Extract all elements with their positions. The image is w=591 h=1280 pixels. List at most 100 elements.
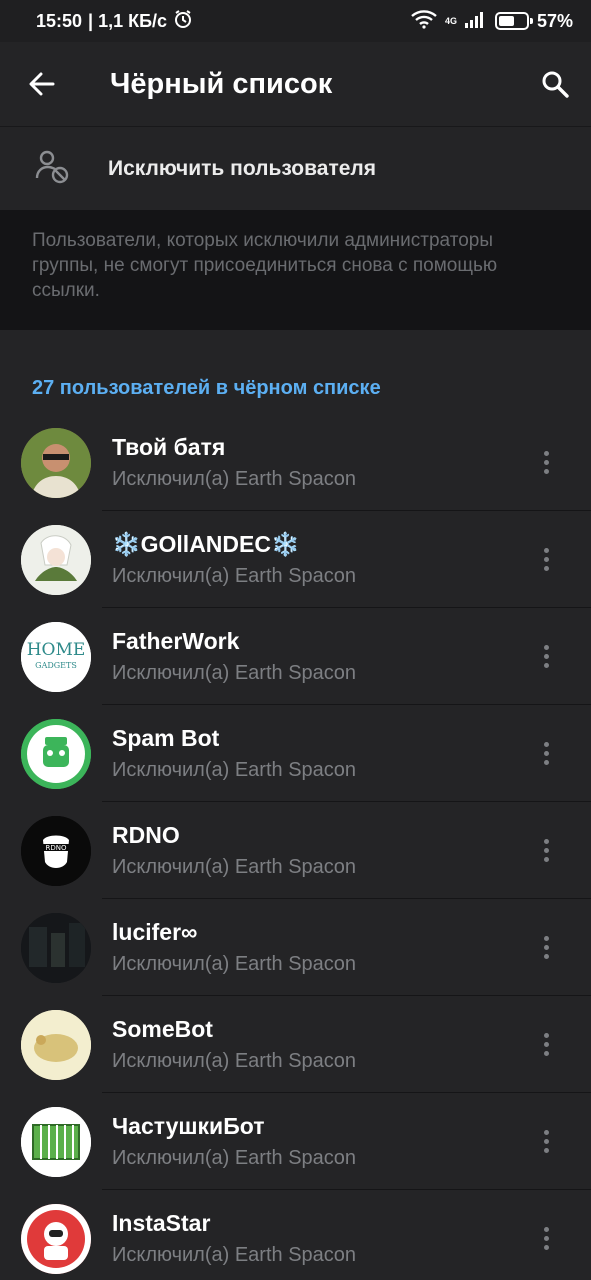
- more-options-icon[interactable]: [531, 1122, 561, 1162]
- info-block: Пользователи, которых исключили админист…: [0, 210, 591, 330]
- blacklist-section: 27 пользователей в чёрном списке Твой ба…: [0, 330, 591, 1280]
- user-name: ❄️GOllANDEC❄️: [112, 530, 300, 557]
- more-options-icon[interactable]: [531, 540, 561, 580]
- list-item[interactable]: InstaStar Исключил(а) Earth Spacon: [0, 1190, 591, 1280]
- menu-dot: [543, 839, 549, 844]
- more-options-icon[interactable]: [531, 831, 561, 871]
- more-options-icon[interactable]: [531, 928, 561, 968]
- user-name: lucifer∞: [112, 918, 198, 945]
- menu-dot: [543, 848, 549, 853]
- user-name: Твой батя: [112, 433, 226, 460]
- more-options-icon[interactable]: [531, 1025, 561, 1065]
- menu-dot: [543, 1236, 549, 1241]
- status-speed: | 1,1 КБ/с: [88, 10, 168, 31]
- menu-dot: [543, 451, 549, 456]
- avatar[interactable]: [21, 718, 91, 789]
- list-item[interactable]: RDNO RDNO Исключил(а) Earth Spacon: [0, 802, 591, 899]
- status-time: 15:50: [36, 10, 83, 31]
- status-right: 4G 57%: [411, 9, 573, 34]
- status-bar: 15:50 | 1,1 КБ/с 4G 57%: [0, 0, 591, 42]
- back-arrow-icon[interactable]: [26, 68, 58, 100]
- list-item[interactable]: Spam Bot Исключил(а) Earth Spacon: [0, 705, 591, 802]
- menu-dot: [543, 1042, 549, 1047]
- page-title: Чёрный список: [110, 67, 333, 100]
- menu-dot: [543, 751, 549, 756]
- battery-fill: [498, 16, 514, 26]
- menu-dot: [543, 663, 549, 668]
- menu-dot: [543, 1227, 549, 1232]
- avatar[interactable]: [21, 1009, 91, 1080]
- avatar[interactable]: HOME GADGETS: [21, 621, 91, 692]
- menu-dot: [543, 1245, 549, 1250]
- menu-dot: [543, 557, 549, 562]
- menu-dot: [543, 645, 549, 650]
- svg-text:HOME: HOME: [27, 640, 86, 660]
- battery-icon: [494, 12, 533, 30]
- remove-user-button[interactable]: Исключить пользователя: [0, 126, 591, 210]
- user-name: RDNO: [112, 821, 180, 848]
- remove-user-label: Исключить пользователя: [108, 156, 376, 180]
- list-item[interactable]: SomeBot Исключил(а) Earth Spacon: [0, 996, 591, 1093]
- user-text: Твой батя Исключил(а) Earth Spacon: [112, 432, 531, 494]
- menu-dot: [543, 654, 549, 659]
- user-name: Spam Bot: [112, 724, 220, 751]
- network-type: 4G: [444, 15, 457, 26]
- avatar[interactable]: [21, 427, 91, 498]
- user-name: ЧастушкиБот: [112, 1112, 265, 1139]
- more-options-icon[interactable]: [531, 443, 561, 483]
- avatar[interactable]: RDNO: [21, 815, 91, 886]
- info-text: Пользователи, которых исключили админист…: [32, 230, 498, 301]
- avatar[interactable]: [21, 912, 91, 983]
- search-icon[interactable]: [539, 68, 571, 100]
- user-text: lucifer∞ Исключил(а) Earth Spacon: [112, 917, 531, 979]
- menu-dot: [543, 469, 549, 474]
- removed-by-label: Исключил(а) Earth Spacon: [112, 564, 357, 587]
- svg-text:GADGETS: GADGETS: [35, 661, 77, 670]
- status-left: 15:50 | 1,1 КБ/с: [36, 9, 193, 34]
- user-text: FatherWork Исключил(а) Earth Spacon: [112, 626, 531, 688]
- more-options-icon[interactable]: [531, 637, 561, 677]
- removed-by-label: Исключил(а) Earth Spacon: [112, 1146, 357, 1169]
- user-text: Spam Bot Исключил(а) Earth Spacon: [112, 723, 531, 785]
- signal-icon: [464, 10, 487, 33]
- menu-dot: [543, 548, 549, 553]
- menu-dot: [543, 954, 549, 959]
- user-text: ЧастушкиБот Исключил(а) Earth Spacon: [112, 1111, 531, 1173]
- svg-text:RDNO: RDNO: [46, 844, 67, 852]
- menu-dot: [543, 857, 549, 862]
- menu-dot: [543, 1051, 549, 1056]
- removed-by-label: Исключил(а) Earth Spacon: [112, 758, 357, 781]
- network-label: 4G: [444, 15, 457, 26]
- list-item[interactable]: Твой батя Исключил(а) Earth Spacon: [0, 414, 591, 511]
- remove-user-icon: [34, 148, 70, 189]
- user-text: SomeBot Исключил(а) Earth Spacon: [112, 1014, 531, 1076]
- more-options-icon[interactable]: [531, 1219, 561, 1259]
- removed-by-label: Исключил(а) Earth Spacon: [112, 467, 357, 490]
- avatar[interactable]: [21, 1203, 91, 1274]
- removed-by-label: Исключил(а) Earth Spacon: [112, 952, 357, 975]
- menu-dot: [543, 742, 549, 747]
- user-name: InstaStar: [112, 1209, 211, 1236]
- user-text: InstaStar Исключил(а) Earth Spacon: [112, 1208, 531, 1270]
- list-item[interactable]: lucifer∞ Исключил(а) Earth Spacon: [0, 899, 591, 996]
- menu-dot: [543, 1139, 549, 1144]
- list-item[interactable]: ❄️GOllANDEC❄️ Исключил(а) Earth Spacon: [0, 511, 591, 608]
- removed-by-label: Исключил(а) Earth Spacon: [112, 1243, 357, 1266]
- menu-dot: [543, 1148, 549, 1153]
- blacklist-count-header: 27 пользователей в чёрном списке: [32, 377, 381, 399]
- user-name: FatherWork: [112, 627, 240, 654]
- menu-dot: [543, 936, 549, 941]
- menu-dot: [543, 566, 549, 571]
- avatar[interactable]: [21, 524, 91, 595]
- avatar[interactable]: [21, 1106, 91, 1177]
- alarm-icon: [173, 9, 193, 34]
- more-options-icon[interactable]: [531, 734, 561, 774]
- list-item[interactable]: HOME GADGETS FatherWork Исключил(а) Earth S…: [0, 608, 591, 705]
- user-list: Твой батя Исключил(а) Earth Spacon ❄️GOllA…: [0, 414, 591, 1280]
- removed-by-label: Исключил(а) Earth Spacon: [112, 855, 357, 878]
- menu-dot: [543, 1130, 549, 1135]
- list-item[interactable]: ЧастушкиБот Исключил(а) Earth Spacon: [0, 1093, 591, 1190]
- removed-by-label: Исключил(а) Earth Spacon: [112, 661, 357, 684]
- wifi-icon: [411, 9, 437, 34]
- user-name: SomeBot: [112, 1015, 213, 1042]
